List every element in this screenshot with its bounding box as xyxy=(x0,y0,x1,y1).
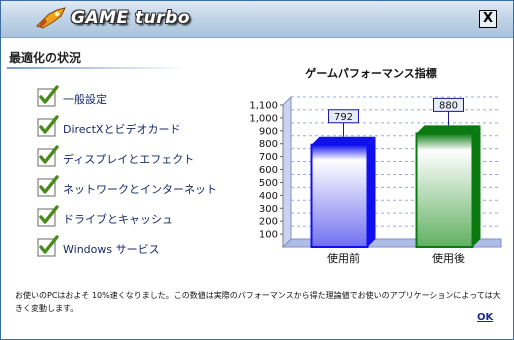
checklist-item: Windows サービス xyxy=(37,235,237,265)
checklist-item-label: ネットワークとインターネット xyxy=(63,183,217,196)
chart-plot: 100 200 300 400 500 600 700 800 900 1,0001,100 792… xyxy=(249,95,502,265)
checkmark-icon xyxy=(37,235,59,257)
checkmark-icon xyxy=(37,85,59,107)
y-tick-label: 300 xyxy=(259,204,278,215)
checklist-item-label: ドライブとキャッシュ xyxy=(63,213,173,226)
bar-top xyxy=(416,125,481,134)
ok-button[interactable]: OK xyxy=(477,312,493,323)
x-category-label: 使用前 xyxy=(327,251,360,265)
checklist-item: 一般設定 xyxy=(37,85,237,115)
checklist-item-label: 一般設定 xyxy=(63,93,107,106)
dialog-window: GAME turbo X 最適化の状況 一般設定 DirectXとビデオカード … xyxy=(0,0,514,340)
title-bar: GAME turbo X xyxy=(1,1,513,38)
y-tick-label: 800 xyxy=(259,139,278,150)
y-tick-label: 1,100 xyxy=(249,101,278,112)
checklist-item-label: DirectXとビデオカード xyxy=(63,123,181,136)
performance-chart: ゲームパフォーマンス指標 100 200 300 400 500 600 700 800 900… xyxy=(231,65,511,275)
optimization-checklist: 一般設定 DirectXとビデオカード ディスプレイとエフェクト ネットワークと… xyxy=(37,85,237,265)
checkmark-icon xyxy=(37,115,59,137)
bar-top xyxy=(311,136,376,145)
y-tick-label: 1,000 xyxy=(249,113,278,124)
checkmark-icon xyxy=(37,145,59,167)
section-title: 最適化の状況 xyxy=(9,51,82,65)
rocket-logo-icon xyxy=(36,7,66,29)
y-tick-label: 200 xyxy=(259,217,278,228)
data-label: 792 xyxy=(334,112,353,123)
y-tick-label: 400 xyxy=(259,191,278,202)
checklist-item-label: ディスプレイとエフェクト xyxy=(63,153,195,166)
result-message: お使いのPCはおよそ 10%速くなりました。この数値は実際のパフォーマンスから得… xyxy=(15,291,501,313)
data-label: 880 xyxy=(439,100,458,111)
y-tick-label: 100 xyxy=(259,230,278,241)
y-tick-label: 900 xyxy=(259,126,278,137)
checkmark-icon xyxy=(37,205,59,227)
bar-使用前 xyxy=(310,143,369,248)
bar-side xyxy=(472,125,481,247)
section-divider xyxy=(7,67,187,69)
checklist-item: ディスプレイとエフェクト xyxy=(37,145,237,175)
y-tick-label: 700 xyxy=(259,152,278,163)
checklist-item: ネットワークとインターネット xyxy=(37,175,237,205)
checkmark-icon xyxy=(37,175,59,197)
checklist-item: DirectXとビデオカード xyxy=(37,115,237,145)
chart-side-wall xyxy=(282,95,292,249)
y-tick-label: 600 xyxy=(259,165,278,176)
bar-使用後 xyxy=(415,132,474,248)
bar-side xyxy=(367,136,376,247)
checklist-item: ドライブとキャッシュ xyxy=(37,205,237,235)
y-tick-label: 500 xyxy=(259,178,278,189)
close-button[interactable]: X xyxy=(479,10,497,28)
checklist-item-label: Windows サービス xyxy=(63,243,160,256)
app-title: GAME turbo xyxy=(71,8,191,28)
x-category-label: 使用後 xyxy=(432,251,465,265)
